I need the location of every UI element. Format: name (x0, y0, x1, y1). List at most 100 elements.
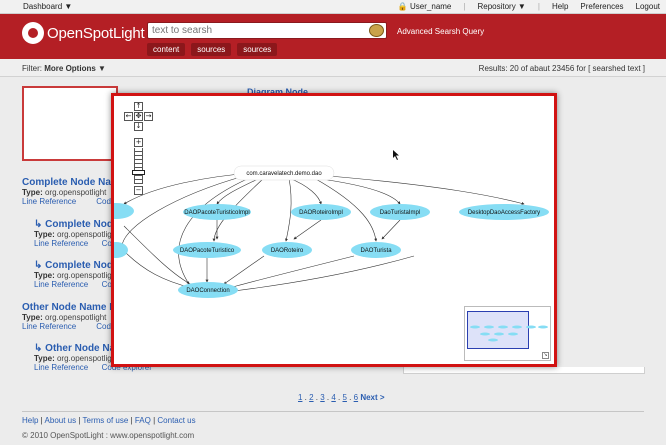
line-reference-link[interactable]: Line Reference (34, 239, 88, 248)
preferences-link[interactable]: Preferences (580, 2, 623, 11)
graph-edge (284, 177, 292, 242)
logo[interactable]: OpenSpotLight (22, 22, 145, 44)
diagram-minimap[interactable]: ↘ (464, 306, 551, 361)
filter-label: Filter: (22, 64, 42, 73)
footer-help-link[interactable]: Help (22, 416, 38, 425)
lock-icon: 🔒 (397, 2, 408, 11)
footer-about-link[interactable]: About us (45, 416, 77, 425)
graph-node (114, 242, 128, 258)
footer-terms-link[interactable]: Terms of use (83, 416, 129, 425)
result-title[interactable]: Complete Node Name (22, 177, 125, 188)
zoom-slider[interactable] (134, 148, 143, 184)
graph-edge (223, 255, 265, 285)
more-options-dropdown[interactable]: More Options ▼ (44, 64, 106, 73)
type-value: org.openspotlight (56, 271, 119, 280)
node-label: DAOPacoteTuristico (180, 248, 235, 254)
mouse-cursor-icon (393, 150, 399, 160)
graph-nodes[interactable]: com.caravelatech.demo.dao DAOPacoteTuris… (114, 165, 549, 298)
copyright: © 2010 OpenSpotLight : www.openspotlight… (22, 431, 195, 440)
minimap-toggle-button[interactable]: ↘ (542, 352, 549, 359)
page-link[interactable]: 4 (331, 393, 335, 402)
divider (22, 411, 644, 412)
dashboard-menu[interactable]: Dashboard ▼ (23, 2, 72, 11)
search-scope-tabs: content sources sources (147, 43, 278, 56)
type-value: org.openspotlight (56, 230, 119, 239)
pagination: 1 . 2 . 3 . 4 . 5 . 6 Next > (298, 393, 385, 402)
zoom-slider-handle[interactable] (132, 170, 145, 175)
result-item: Other Node Name He Type: org.openspotlig… (22, 302, 122, 331)
page-link[interactable]: 2 (309, 393, 313, 402)
minimap-node (494, 332, 504, 336)
graph-edges (121, 172, 525, 293)
side-panel (403, 367, 645, 374)
pan-right-button[interactable]: → (144, 112, 153, 121)
logo-icon (22, 22, 44, 44)
type-label: Type: (22, 188, 43, 197)
tab-sources-2[interactable]: sources (237, 43, 278, 56)
page-link[interactable]: 3 (320, 393, 324, 402)
pan-left-button[interactable]: ← (124, 112, 133, 121)
node-label: DAORoteiro (271, 248, 304, 254)
minimap-node (480, 332, 490, 336)
pan-center-button[interactable]: ✥ (134, 112, 143, 121)
help-link[interactable]: Help (552, 2, 568, 11)
type-value: org.openspotlight (44, 188, 107, 197)
diagram-thumbnail[interactable] (22, 86, 118, 161)
graph-edge (123, 225, 195, 287)
pan-down-button[interactable]: ↓ (134, 122, 143, 131)
type-label: Type: (34, 271, 55, 280)
graph-node (114, 203, 134, 219)
graph-edge (328, 175, 525, 205)
node-label: DesktopDaoAccessFactory (468, 210, 540, 216)
line-reference-link[interactable]: Line Reference (22, 197, 76, 206)
minimap-node (508, 332, 518, 336)
page-link[interactable]: 1 (298, 393, 302, 402)
top-menu-bar: Dashboard ▼ 🔒 User_name | Repository ▼ |… (0, 0, 666, 14)
line-reference-link[interactable]: Line Reference (34, 363, 88, 372)
zoom-in-button[interactable]: + (134, 138, 143, 147)
tab-content[interactable]: content (147, 43, 186, 56)
footer-links: Help | About us | Terms of use | FAQ | C… (22, 416, 196, 425)
diagram-modal[interactable]: com.caravelatech.demo.dao DAOPacoteTuris… (111, 93, 557, 367)
app-header: OpenSpotLight Advanced Searsh Query cont… (0, 14, 666, 59)
search-icon[interactable] (369, 24, 384, 37)
minimap-node (484, 325, 494, 329)
line-reference-link[interactable]: Line Reference (22, 322, 76, 331)
graph-edge (288, 177, 322, 205)
graph-edge (123, 172, 255, 205)
results-summary: Results: 20 of abaut 23456 for [ searshe… (478, 64, 645, 73)
minimap-node (512, 325, 522, 329)
zoom-out-button[interactable]: − (134, 186, 143, 195)
result-title[interactable]: Other Node Name He (22, 302, 122, 313)
footer-faq-link[interactable]: FAQ (135, 416, 151, 425)
pan-up-button[interactable]: ↑ (134, 102, 143, 111)
user-menu[interactable]: 🔒 User_name (398, 2, 452, 11)
node-label: DaoTuristaImpl (380, 210, 420, 216)
line-reference-link[interactable]: Line Reference (34, 280, 88, 289)
search-input[interactable] (148, 23, 362, 38)
page-link[interactable]: 5 (343, 393, 347, 402)
tab-sources[interactable]: sources (191, 43, 232, 56)
minimap-node (538, 325, 548, 329)
filter-bar: Filter: More Options ▼ Results: 20 of ab… (0, 59, 666, 77)
node-label: DAOTurista (360, 248, 392, 254)
minimap-graph (470, 325, 548, 342)
graph-edge (233, 255, 415, 293)
logout-link[interactable]: Logout (636, 2, 660, 11)
sub-arrow-icon: ↳ (34, 219, 46, 230)
result-item: Complete Node Name Type: org.openspotlig… (22, 177, 125, 206)
type-value: org.openspotlight (56, 354, 119, 363)
footer-contact-link[interactable]: Contact us (157, 416, 195, 425)
separator: | (537, 2, 540, 11)
sub-arrow-icon: ↳ (34, 343, 46, 354)
separator: | (463, 2, 466, 11)
minimap-node (526, 325, 536, 329)
filter-control: Filter: More Options ▼ (22, 64, 106, 73)
advanced-search-link[interactable]: Advanced Searsh Query (397, 27, 484, 36)
sub-arrow-icon: ↳ (34, 260, 46, 271)
graph-edge (228, 255, 355, 289)
next-page-link[interactable]: Next > (360, 393, 384, 402)
repository-menu[interactable]: Repository ▼ (477, 2, 525, 11)
node-label: DAOConnection (186, 288, 229, 294)
page-link[interactable]: 6 (354, 393, 358, 402)
